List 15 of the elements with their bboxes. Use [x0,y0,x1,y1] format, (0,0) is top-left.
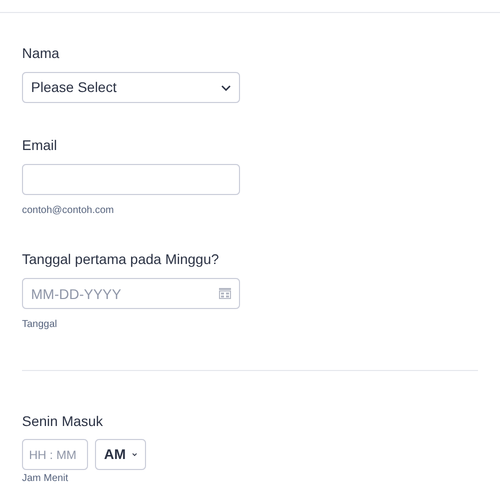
chevron-icon [221,84,231,90]
field-hint: contoh@contoh.com [22,204,114,218]
email-field[interactable] [22,164,240,195]
time-field[interactable]: HH : MM [22,439,88,470]
field-hint: Jam Menit [22,473,68,484]
period-dropdown[interactable]: AM [95,439,146,470]
field-hint: Tanggal [22,318,58,332]
field-label: Senin Masuk [22,412,103,431]
date-field[interactable]: MM-DD-YYYY [22,278,240,309]
calendar-icon [219,288,231,299]
field-label: Tanggal pertama pada Minggu? [22,250,219,269]
name-dropdown[interactable]: Please Select [22,72,240,103]
field-label: Email [22,136,58,155]
field-label: Nama [22,44,60,63]
chevron-icon [132,452,137,457]
